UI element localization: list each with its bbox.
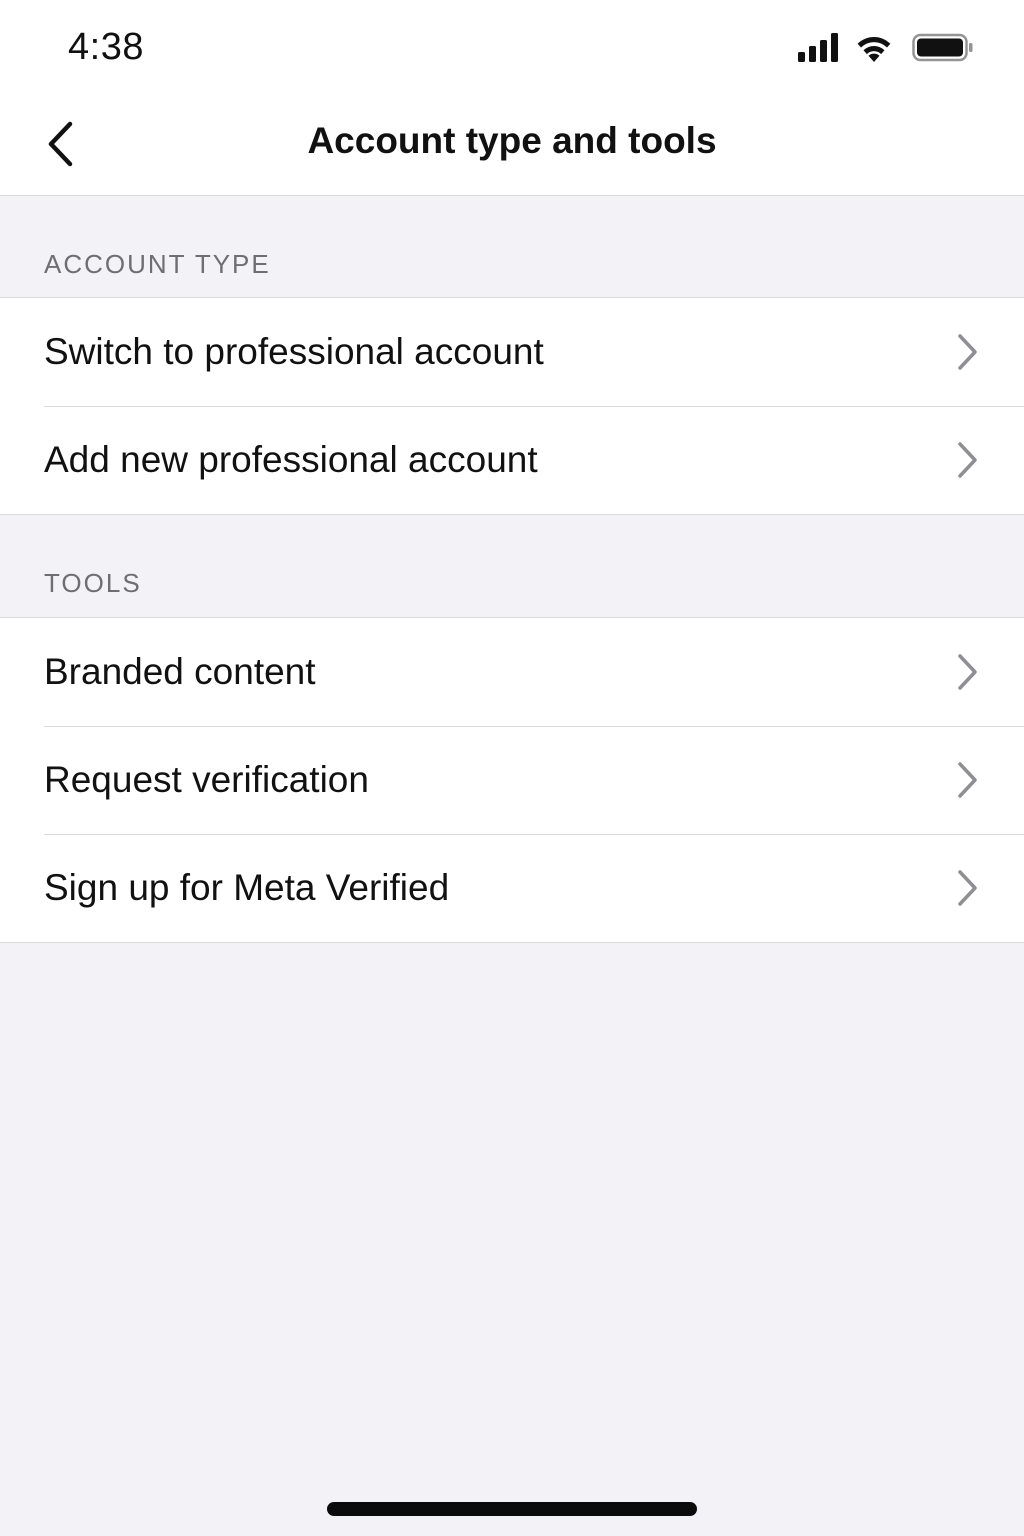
- wifi-icon: [857, 37, 891, 62]
- section-header-label: TOOLS: [44, 568, 142, 598]
- account-type-group: Switch to professional account Add new p…: [0, 297, 1024, 515]
- navigation-bar: Account type and tools: [0, 96, 1024, 196]
- sign-up-for-meta-verified-row[interactable]: Sign up for Meta Verified: [0, 834, 1024, 942]
- request-verification-row[interactable]: Request verification: [0, 726, 1024, 834]
- row-label: Sign up for Meta Verified: [44, 867, 450, 908]
- branded-content-row[interactable]: Branded content: [0, 618, 1024, 726]
- chevron-right-icon: [958, 442, 977, 478]
- chevron-right-icon: [958, 334, 977, 370]
- status-time: 4:38: [68, 26, 144, 68]
- switch-to-professional-account-row[interactable]: Switch to professional account: [0, 298, 1024, 406]
- tools-group: Branded content Request verification Sig…: [0, 617, 1024, 943]
- add-new-professional-account-row[interactable]: Add new professional account: [0, 406, 1024, 514]
- chevron-right-icon: [958, 654, 977, 690]
- section-header-account-type: ACCOUNT TYPE: [0, 196, 1024, 297]
- chevron-right-icon: [958, 870, 977, 906]
- status-bar: 4:38: [0, 0, 1024, 96]
- page-title: Account type and tools: [307, 120, 717, 161]
- row-label: Switch to professional account: [44, 331, 544, 372]
- chevron-right-icon: [958, 762, 977, 798]
- row-label: Request verification: [44, 759, 369, 800]
- row-label: Branded content: [44, 651, 316, 692]
- battery-icon: [912, 33, 973, 62]
- section-header-label: ACCOUNT TYPE: [44, 249, 271, 279]
- home-indicator[interactable]: [327, 1502, 697, 1516]
- row-label: Add new professional account: [44, 439, 538, 480]
- section-header-tools: TOOLS: [0, 515, 1024, 617]
- cellular-signal-icon: [798, 33, 838, 62]
